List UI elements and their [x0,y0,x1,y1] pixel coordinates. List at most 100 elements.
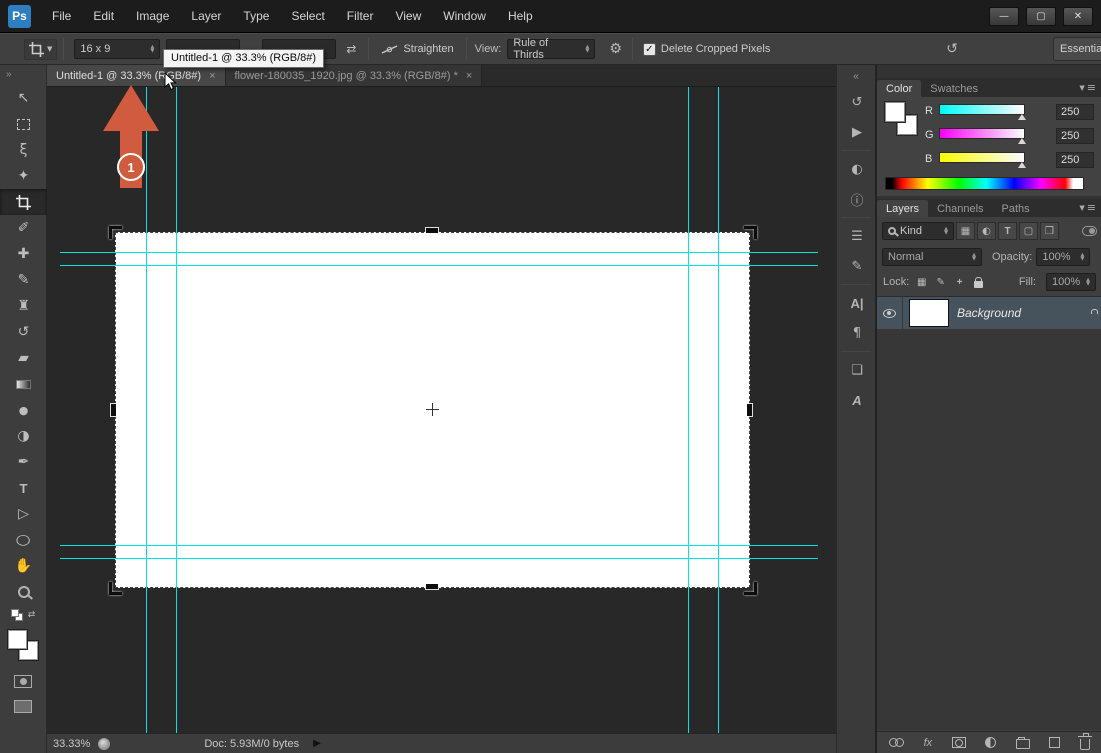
path-selection-tool[interactable]: ▷ [0,501,47,527]
foreground-color-swatch[interactable] [7,629,28,650]
panels-collapse-icon[interactable]: « [837,65,875,87]
screen-mode-button[interactable] [14,700,32,713]
crop-handle-bottom[interactable] [426,584,438,589]
quick-mask-button[interactable] [14,675,32,688]
eyedropper-tool[interactable]: ✐ [0,215,47,241]
delete-layer-icon[interactable] [1077,732,1092,751]
actions-panel-icon[interactable]: ▶ [837,117,877,147]
history-panel-icon[interactable]: ↺ [837,87,877,117]
crop-handle-bottom-right[interactable] [744,582,757,595]
overlay-view-select[interactable]: Rule of Thirds ▲ ▼ [507,37,596,61]
foreground-color-swatch[interactable] [884,101,906,123]
tab-layers[interactable]: Layers [877,200,929,217]
brush-tool[interactable]: ✎ [0,267,47,293]
tab-untitled-1[interactable]: Untitled-1 @ 33.3% (RGB/8#) × [47,65,226,86]
menu-file[interactable]: File [41,0,82,33]
blur-tool[interactable]: ● [0,397,47,423]
slider-thumb[interactable] [1018,138,1026,144]
green-channel-slider[interactable] [939,128,1026,144]
zoom-tool[interactable] [0,579,47,605]
green-value-field[interactable] [1056,128,1094,144]
crop-ratio-select[interactable]: 16 x 9 ▲ ▼ [74,39,161,59]
menu-filter[interactable]: Filter [336,0,385,33]
vertical-guide[interactable] [146,87,147,733]
workspace-switcher[interactable]: Essential [1053,37,1101,61]
crop-handle-top[interactable] [426,228,438,233]
new-layer-icon[interactable] [1049,735,1061,751]
character-panel-icon[interactable]: A| [837,288,877,318]
menu-layer[interactable]: Layer [180,0,232,33]
panel-menu-icon[interactable]: ▼ ≡ [1073,201,1101,217]
lock-image-pixels-icon[interactable]: ✎ [934,275,947,290]
crop-tool[interactable] [0,189,47,215]
panel-color-swatches[interactable] [884,101,919,136]
foreground-background-swatches[interactable] [7,629,39,661]
menu-edit[interactable]: Edit [82,0,125,33]
color-spectrum-ramp[interactable] [885,177,1084,190]
delete-cropped-pixels-checkbox[interactable]: ✓ Delete Cropped Pixels [642,42,770,56]
zoom-level-field[interactable]: 33.33% [47,738,98,750]
lock-position-icon[interactable]: + [953,275,966,290]
layer-filter-toggle[interactable] [1082,226,1097,236]
layer-row-background[interactable]: Background [877,297,1101,329]
swap-dimensions-icon[interactable]: ⇄ [346,42,356,56]
gradient-tool[interactable] [0,371,47,397]
link-layers-icon[interactable] [889,735,904,751]
clone-stamp-tool[interactable]: ♜ [0,293,47,319]
vertical-guide[interactable] [688,87,689,733]
canvas[interactable] [47,87,836,733]
vertical-guide[interactable] [718,87,719,733]
crop-handle-right[interactable] [747,404,752,416]
filter-kind-select[interactable]: Kind ▲ ▼ [882,222,954,240]
filter-adjustment-layers-icon[interactable]: ◐ [977,222,996,240]
menu-view[interactable]: View [384,0,432,33]
tab-paths[interactable]: Paths [993,200,1039,217]
minimize-button[interactable]: — [989,6,1019,26]
fill-select[interactable]: 100% ▲ ▼ [1045,273,1096,291]
tab-channels[interactable]: Channels [928,200,992,217]
add-layer-mask-icon[interactable] [951,735,966,751]
character-styles-panel-icon[interactable]: A [837,385,877,415]
lasso-tool[interactable]: ξ [0,137,47,163]
maximize-button[interactable]: ▢ [1026,6,1056,26]
default-colors-icon[interactable] [10,608,24,622]
horizontal-guide[interactable] [60,558,818,559]
ellipse-shape-tool[interactable]: ○ [0,527,47,553]
marquee-tool[interactable] [0,111,47,137]
red-value-field[interactable] [1056,104,1094,120]
layer-thumbnail[interactable] [909,299,949,327]
horizontal-guide[interactable] [60,265,818,266]
swap-colors-icon[interactable]: ⇄ [28,610,36,620]
panel-menu-icon[interactable]: ▼ ≡ [1073,81,1101,97]
straighten-button[interactable]: Straighten [381,43,454,55]
lock-all-icon[interactable] [972,275,985,290]
dodge-tool[interactable]: ◑ [0,423,47,449]
crop-handle-left[interactable] [111,404,116,416]
eraser-tool[interactable]: ▰ [0,345,47,371]
slider-thumb[interactable] [1018,162,1026,168]
adjustments-panel-icon[interactable]: ◐ [837,154,877,184]
paragraph-panel-icon[interactable]: ¶ [837,318,877,348]
tab-close-icon[interactable]: × [209,70,215,82]
blue-channel-slider[interactable] [939,152,1026,168]
quick-selection-tool[interactable]: ✦ [0,163,47,189]
menu-select[interactable]: Select [280,0,335,33]
layer-comps-panel-icon[interactable]: ❏ [837,355,877,385]
tool-preset-picker[interactable]: ▼ [24,38,58,60]
type-tool[interactable]: T [0,475,47,501]
crop-handle-top-right[interactable] [744,226,757,239]
layer-visibility-toggle[interactable] [877,297,903,329]
crop-handle-bottom-left[interactable] [109,582,122,595]
menu-window[interactable]: Window [432,0,497,33]
filter-shape-layers-icon[interactable]: ▢ [1019,222,1038,240]
blend-mode-select[interactable]: Normal ▲ ▼ [882,248,982,266]
crop-handle-top-left[interactable] [109,226,122,239]
new-adjustment-layer-icon[interactable] [985,735,997,751]
close-button[interactable]: ✕ [1063,6,1093,26]
filter-pixel-layers-icon[interactable]: ▦ [956,222,975,240]
opacity-select[interactable]: 100% ▲ ▼ [1036,248,1091,266]
move-tool[interactable]: ↖ [0,85,47,111]
reset-tool-icon[interactable]: ↺ [946,41,958,57]
info-panel-icon[interactable]: ⓘ [837,184,877,214]
red-channel-slider[interactable] [939,104,1026,120]
